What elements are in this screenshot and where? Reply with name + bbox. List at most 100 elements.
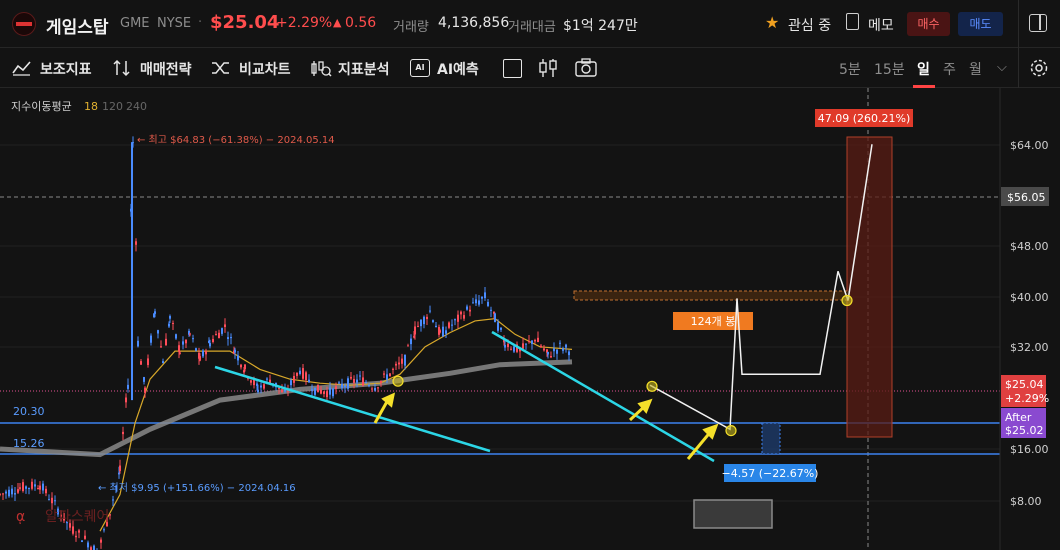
candle-body: [475, 299, 477, 304]
candle-body: [490, 309, 492, 311]
target-label: 47.09 (260.21%): [818, 112, 911, 125]
candle-body: [22, 482, 24, 492]
candle-body: [414, 326, 416, 335]
toolbar-analysis[interactable]: 지표분석: [338, 59, 390, 79]
candle-body: [293, 375, 295, 383]
candle-body: [410, 338, 412, 345]
candle-body: [51, 497, 53, 504]
candle-body: [392, 368, 394, 370]
candle-body: [250, 380, 252, 383]
candle-body: [144, 387, 146, 393]
candle-body: [42, 483, 44, 491]
ai-chip-icon[interactable]: AI: [410, 59, 430, 77]
candle-body: [534, 340, 536, 342]
candle-body: [522, 343, 524, 349]
candle-body: [484, 292, 486, 299]
candle-body: [299, 370, 301, 374]
timeframe-5min[interactable]: 5분: [839, 59, 861, 79]
exchange: NYSE: [157, 16, 192, 31]
turnover-label: 거래대금: [508, 20, 556, 35]
timeframe-month[interactable]: 월: [969, 59, 982, 79]
sell-order-button[interactable]: 매도: [958, 12, 1003, 36]
stop-label: −4.57 (−22.67%): [722, 467, 819, 480]
forecast-marker[interactable]: [841, 294, 853, 307]
candle-body: [335, 386, 337, 390]
timeframe-15min[interactable]: 15분: [874, 59, 905, 79]
axis-tick: $48.00: [1010, 240, 1049, 253]
candle-body: [365, 382, 367, 384]
buy-order-button[interactable]: 매수: [907, 12, 950, 36]
support-label-20: 20.30: [13, 405, 45, 418]
candle-body: [168, 323, 170, 327]
timeframe-day[interactable]: 일: [917, 59, 930, 79]
compare-icon[interactable]: [211, 60, 231, 76]
up-triangle-icon: ▲: [333, 16, 342, 29]
after-hours-label: After: [1005, 411, 1032, 424]
candle-body: [417, 325, 419, 327]
price-chart[interactable]: 지수이동평균 18 120 240 20.30 15.26 47.09 (260…: [0, 88, 1060, 550]
current-change-tag: +2.29%: [1005, 392, 1049, 405]
candle-body: [84, 535, 86, 539]
candle-body: [172, 322, 174, 324]
separator-dot: ·: [198, 15, 203, 30]
candle-body: [463, 315, 465, 319]
camera-icon[interactable]: [575, 58, 597, 77]
candle-type-icon[interactable]: [538, 57, 558, 79]
candle-body: [5, 491, 7, 494]
stop-zone[interactable]: [761, 422, 781, 455]
candle-body: [543, 348, 545, 351]
candle-body: [240, 364, 242, 368]
candle-body: [137, 340, 139, 347]
candle-body: [100, 539, 102, 543]
candle-body: [559, 342, 561, 344]
candle-body: [127, 384, 129, 389]
toolbar-strategy[interactable]: 매매전략: [140, 59, 192, 79]
candle-body: [525, 343, 527, 345]
indicator-icon[interactable]: [12, 60, 32, 76]
candle-body: [103, 529, 105, 531]
chevron-down-icon[interactable]: ⌵: [997, 60, 1007, 75]
candle-body: [28, 488, 30, 490]
axis-tick: $16.00: [1010, 443, 1049, 456]
stock-name: 게임스탑: [46, 18, 109, 38]
candle-body: [350, 376, 352, 379]
settings-gear-icon[interactable]: [1029, 58, 1049, 78]
toolbar-ai-forecast[interactable]: AI예측: [437, 59, 479, 79]
candle-body: [260, 385, 262, 388]
divider: [1018, 48, 1019, 88]
chart-toolbar: 보조지표 매매전략 비교차트 지표분석 AI AI예측 5분 15분 일 주 월…: [0, 48, 1060, 88]
forecast-marker[interactable]: [392, 375, 404, 387]
candle-body: [540, 345, 542, 348]
candle-body: [401, 358, 403, 364]
candle-body: [323, 391, 325, 394]
volume-label: 거래량: [393, 20, 429, 35]
candle-body: [290, 380, 292, 386]
target-zone[interactable]: [846, 136, 893, 438]
toolbar-indicators[interactable]: 보조지표: [40, 59, 92, 79]
timeframe-week[interactable]: 주: [943, 59, 956, 79]
candle-body: [78, 530, 80, 533]
candle-body: [445, 330, 447, 334]
divider: [1018, 0, 1019, 48]
chart-layout-icon[interactable]: [503, 59, 522, 78]
candle-body: [48, 499, 50, 501]
strategy-icon[interactable]: [112, 59, 132, 77]
toolbar-compare[interactable]: 비교차트: [239, 59, 291, 79]
candle-body: [338, 382, 340, 384]
crosshair-price: $56.05: [1007, 191, 1046, 204]
analysis-icon[interactable]: [310, 59, 332, 77]
bar-count-range[interactable]: [573, 290, 850, 301]
candle-body: [112, 499, 114, 501]
candle-body: [469, 309, 471, 312]
candle-body: [374, 388, 376, 391]
star-icon[interactable]: ★: [765, 13, 779, 32]
watch-button[interactable]: 관심 중: [788, 15, 831, 35]
candle-body: [487, 301, 489, 306]
memo-button[interactable]: 메모: [868, 15, 894, 35]
memo-icon[interactable]: [846, 13, 859, 30]
scroll-to-latest-button[interactable]: [693, 499, 773, 529]
forecast-marker[interactable]: [646, 380, 658, 392]
forecast-marker[interactable]: [725, 425, 737, 437]
candle-body: [75, 535, 77, 538]
panel-toggle-icon[interactable]: [1029, 14, 1047, 32]
